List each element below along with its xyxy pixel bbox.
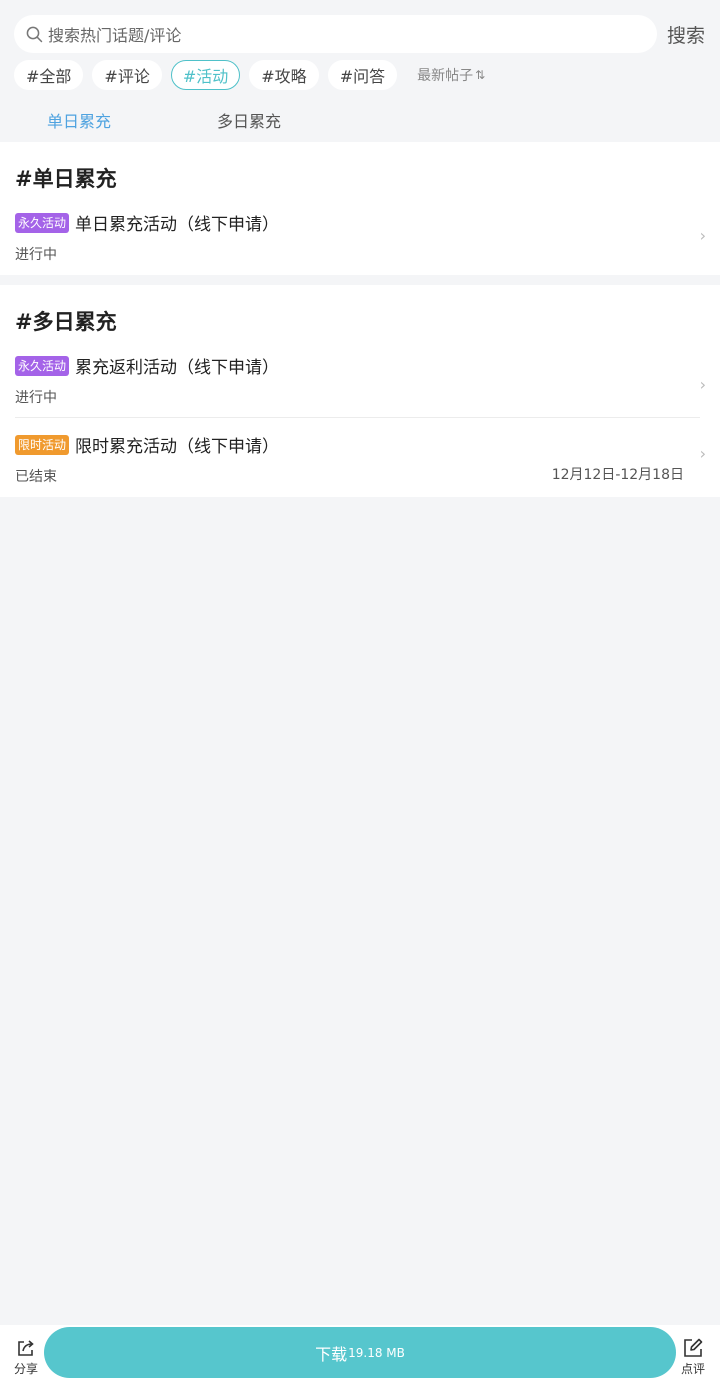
section-title: #单日累充 <box>15 167 117 191</box>
subtab-single-day[interactable]: 单日累充 <box>47 108 111 132</box>
sort-label: 最新帖子 <box>417 68 474 84</box>
download-label: 下载 <box>315 1344 348 1364</box>
divider <box>15 417 700 418</box>
share-label: 分享 <box>13 1362 38 1376</box>
tag-guides[interactable]: #攻略 <box>249 60 319 90</box>
chevron-right-icon: › <box>699 375 706 394</box>
item-title: 限时累充活动（线下申请） <box>75 437 280 457</box>
search-bar: 搜索热门话题/评论 搜索 <box>0 0 720 58</box>
search-button[interactable]: 搜索 <box>667 21 705 48</box>
review-label: 点评 <box>680 1362 705 1376</box>
item-status: 进行中 <box>15 390 57 406</box>
section-title: #多日累充 <box>15 310 117 334</box>
tag-comments[interactable]: #评论 <box>92 60 162 90</box>
tag-qa[interactable]: #问答 <box>327 60 398 90</box>
download-button[interactable]: 下载 19.18 MB <box>44 1327 676 1378</box>
search-icon <box>26 25 44 43</box>
list-item[interactable]: 限时活动 限时累充活动（线下申请） 已结束 12月12日-12月18日 › <box>0 432 720 485</box>
item-title: 累充返利活动（线下申请） <box>75 358 280 378</box>
chevron-right-icon: › <box>699 226 706 245</box>
bottom-bar: 分享 下载 19.18 MB 点评 <box>0 1325 720 1385</box>
badge-limited: 限时活动 <box>15 434 70 455</box>
download-size: 19.18 MB <box>348 1345 405 1360</box>
list-item[interactable]: 永久活动 单日累充活动（线下申请） 进行中 › <box>0 210 720 265</box>
review-button[interactable]: 点评 <box>673 1337 713 1377</box>
item-title: 单日累充活动（线下申请） <box>75 215 280 235</box>
search-placeholder: 搜索热门话题/评论 <box>48 26 182 45</box>
section-multi-day: #多日累充 永久活动 累充返利活动（线下申请） 进行中 › 限时活动 限时累充活… <box>0 285 720 497</box>
list-item[interactable]: 永久活动 累充返利活动（线下申请） 进行中 › <box>0 353 720 406</box>
item-date-range: 12月12日-12月18日 <box>551 467 684 483</box>
subtab-multi-day[interactable]: 多日累充 <box>217 108 281 132</box>
topic-tags: #全部 #评论 #活动 #攻略 #问答 最新帖子 ⇅ <box>0 58 720 92</box>
tag-all[interactable]: #全部 <box>14 60 84 90</box>
search-input[interactable]: 搜索热门话题/评论 <box>14 15 657 53</box>
chevron-right-icon: › <box>699 444 706 463</box>
tag-events[interactable]: #活动 <box>170 60 241 90</box>
sort-button[interactable]: 最新帖子 ⇅ <box>417 65 485 85</box>
badge-permanent: 永久活动 <box>15 212 70 233</box>
subtabs: 单日累充 多日累充 <box>0 100 720 140</box>
edit-icon <box>684 1338 703 1357</box>
share-button[interactable]: 分享 <box>6 1337 46 1377</box>
badge-permanent: 永久活动 <box>15 355 70 376</box>
share-icon <box>18 1340 34 1356</box>
sort-arrows-icon: ⇅ <box>475 68 486 82</box>
item-status: 进行中 <box>15 247 57 263</box>
section-single-day: #单日累充 永久活动 单日累充活动（线下申请） 进行中 › <box>0 142 720 275</box>
